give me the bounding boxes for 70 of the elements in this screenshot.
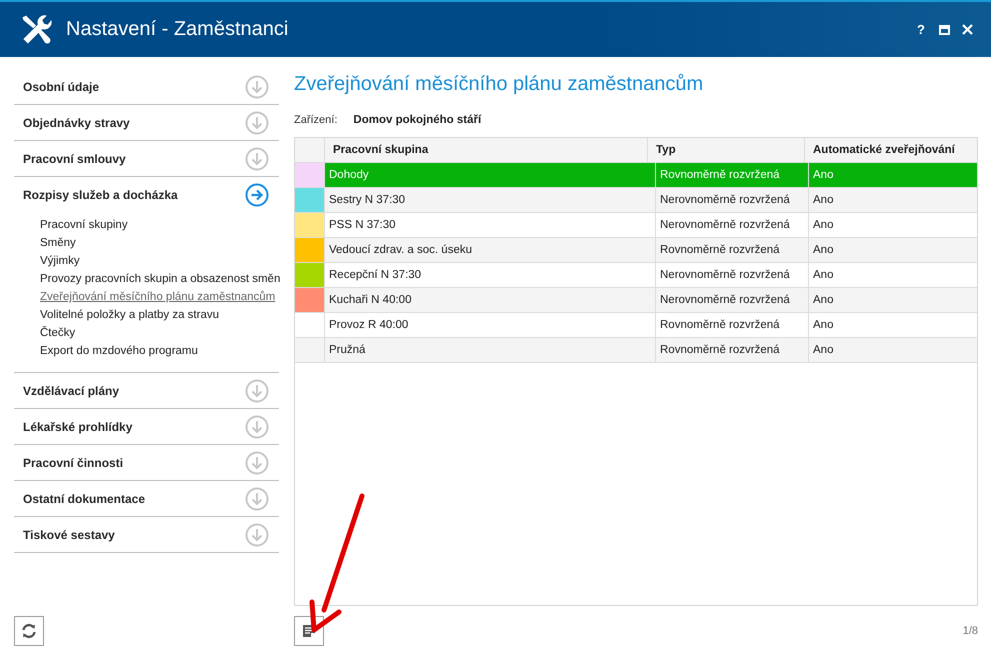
- right-arrow-circle-icon[interactable]: [245, 182, 269, 206]
- section-header[interactable]: Rozpisy služeb a docházka: [23, 188, 178, 202]
- section-header[interactable]: Osobní údaje: [23, 80, 100, 94]
- table-cell: Rovnoměrně rozvržená: [656, 238, 809, 262]
- section-header[interactable]: Vzdělávací plány: [23, 384, 120, 398]
- section-header[interactable]: Lékařské prohlídky: [23, 420, 132, 434]
- table-cell-text: Ano: [812, 343, 834, 358]
- submenu-link[interactable]: Čtečky: [40, 324, 279, 342]
- table-row[interactable]: PSS N 37:30 Nerovnoměrně rozvržená Ano: [295, 213, 977, 238]
- refresh-button[interactable]: [14, 616, 44, 646]
- table-cell-text: Ano: [812, 243, 834, 258]
- down-arrow-circle-icon[interactable]: [245, 486, 269, 510]
- table-cell-text: Ano: [812, 168, 834, 183]
- table-row[interactable]: Recepční N 37:30 Nerovnoměrně rozvržená Ano: [295, 263, 977, 288]
- submenu-link[interactable]: Směny: [40, 234, 279, 252]
- submenu-link[interactable]: Provozy pracovních skupin a obsazenost směn: [40, 270, 279, 288]
- table-cell: Dohody: [325, 163, 656, 187]
- table-cell: Pružná: [325, 338, 656, 362]
- maximize-icon[interactable]: [939, 24, 950, 34]
- table-cell: Sestry N 37:30: [325, 188, 656, 212]
- column-header[interactable]: Typ: [648, 138, 805, 162]
- section-header[interactable]: Pracovní činnosti: [23, 456, 124, 470]
- table-cell: Rovnoměrně rozvržená: [656, 313, 809, 337]
- submenu-link[interactable]: Výjimky: [40, 252, 279, 270]
- table-cell: Rovnoměrně rozvržená: [656, 163, 809, 187]
- section-header[interactable]: Objednávky stravy: [23, 116, 130, 130]
- table-cell: Nerovnoměrně rozvržená: [656, 188, 809, 212]
- down-arrow-circle-icon[interactable]: [245, 146, 269, 170]
- column-header[interactable]: Pracovní skupina: [325, 138, 648, 162]
- table-cell-text: Ano: [812, 293, 834, 308]
- section-header[interactable]: Tiskové sestavy: [23, 528, 115, 542]
- section-header[interactable]: Pracovní smlouvy: [23, 152, 126, 166]
- table-row[interactable]: Sestry N 37:30 Nerovnoměrně rozvržená Ano: [295, 188, 977, 213]
- refresh-icon: [21, 623, 37, 639]
- table-cell: Kuchaři N 40:00: [325, 288, 656, 312]
- table-cell: Provoz R 40:00: [325, 313, 656, 337]
- down-arrow-circle-icon[interactable]: [245, 522, 269, 546]
- table-row[interactable]: Pružná Rovnoměrně rozvržená Ano: [295, 338, 977, 363]
- table-row[interactable]: Vedoucí zdrav. a soc. úseku Rovnoměrně rozvržená Ano: [295, 238, 977, 263]
- down-arrow-circle-icon[interactable]: [245, 74, 269, 98]
- window-title: Nastavení - Zaměstnanci: [66, 18, 290, 41]
- down-arrow-circle-icon[interactable]: [245, 414, 269, 438]
- table-cell-text: Ano: [812, 318, 834, 333]
- page-counter: 1/8: [962, 625, 978, 637]
- page-heading: Zveřejňování měsíčního plánu zaměstnancům: [294, 73, 704, 96]
- table-cell: Nerovnoměrně rozvržená: [656, 263, 809, 287]
- table-cell: Nerovnoměrně rozvržená: [656, 288, 809, 312]
- table-cell-text: Ano: [812, 218, 834, 233]
- down-arrow-circle-icon[interactable]: [245, 378, 269, 402]
- table-cell: PSS N 37:30: [325, 213, 656, 237]
- facility-value: Domov pokojného stáří: [353, 114, 482, 126]
- table-cell: Vedoucí zdrav. a soc. úseku: [325, 238, 656, 262]
- table-row[interactable]: Provoz R 40:00 Rovnoměrně rozvržená Ano: [295, 313, 977, 338]
- table-cell: Nerovnoměrně rozvržená: [656, 213, 809, 237]
- submenu-link[interactable]: Zveřejňování měsíčního plánu zaměstnancům: [40, 288, 279, 306]
- table-cell-text: Ano: [812, 193, 834, 208]
- close-icon[interactable]: [962, 24, 973, 35]
- table-cell: Rovnoměrně rozvržená: [656, 338, 809, 362]
- table-row[interactable]: Kuchaři N 40:00 Nerovnoměrně rozvržená Ano: [295, 288, 977, 313]
- help-button[interactable]: ?: [915, 22, 927, 37]
- down-arrow-circle-icon[interactable]: [245, 450, 269, 474]
- column-header[interactable]: Automatické zveřejňování: [805, 138, 977, 162]
- table-cell-text: Ano: [812, 268, 834, 283]
- submenu-link[interactable]: Export do mzdového programu: [40, 342, 279, 360]
- submenu-link[interactable]: Volitelné položky a platby za stravu: [40, 306, 279, 324]
- submenu-link[interactable]: Pracovní skupiny: [40, 216, 279, 234]
- down-arrow-circle-icon[interactable]: [245, 110, 269, 134]
- table-cell: Recepční N 37:30: [325, 263, 656, 287]
- section-header[interactable]: Ostatní dokumentace: [23, 492, 146, 506]
- facility-label: Zařízení:: [294, 114, 338, 126]
